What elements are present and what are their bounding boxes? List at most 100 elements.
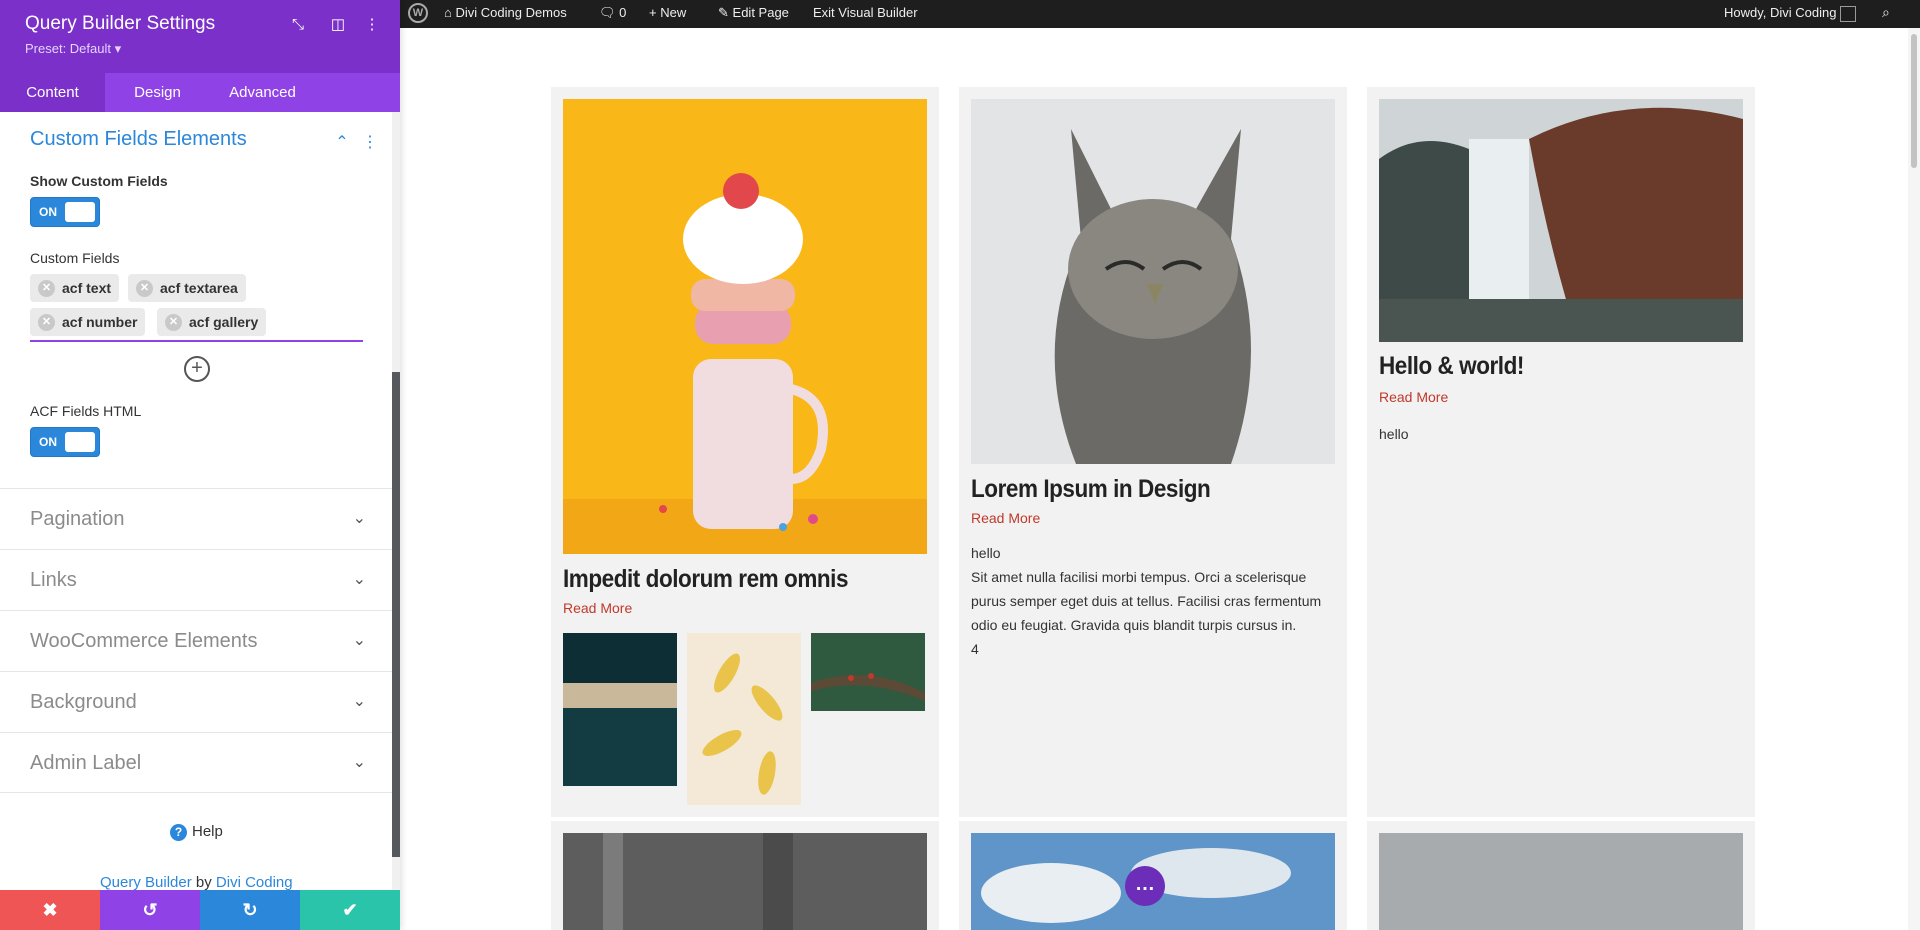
remove-chip-icon[interactable]: ✕: [136, 280, 153, 297]
layout-icon[interactable]: ◫: [328, 15, 348, 35]
post-image[interactable]: [1379, 99, 1743, 342]
post-card: Impedit dolorum rem omnis Read More: [551, 87, 939, 817]
credit-by: by: [195, 874, 212, 890]
panel-body: Custom Fields Elements ⌃ ⋮ Show Custom F…: [0, 112, 400, 890]
site-name: Divi Coding Demos: [455, 5, 567, 20]
read-more-link[interactable]: Read More: [563, 600, 632, 616]
edit-page-label: Edit Page: [732, 5, 789, 20]
toggle-knob: [65, 432, 95, 452]
chip-label: acf number: [62, 314, 138, 330]
tab-content[interactable]: Content: [0, 73, 105, 112]
new-link[interactable]: + New: [649, 0, 686, 25]
save-button[interactable]: ✔: [300, 890, 400, 930]
kebab-menu-icon[interactable]: ⋮: [362, 134, 378, 151]
custom-field-textarea: Sit amet nulla facilisi morbi tempus. Or…: [971, 569, 1322, 633]
read-more-link[interactable]: Read More: [971, 510, 1040, 526]
section-links[interactable]: Links ⌄: [0, 549, 392, 610]
field-chip: ✕ acf gallery: [157, 308, 267, 336]
post-title[interactable]: Lorem Ipsum in Design: [971, 475, 1211, 504]
more-options-button[interactable]: …: [1125, 866, 1165, 906]
panel-scroll-thumb[interactable]: [392, 372, 400, 857]
comment-count: 0: [619, 5, 627, 20]
section-admin-label[interactable]: Admin Label ⌄: [0, 732, 392, 793]
exit-visual-builder-link[interactable]: Exit Visual Builder: [813, 0, 918, 25]
post-image[interactable]: [1379, 833, 1743, 930]
field-chip: ✕ acf textarea: [128, 274, 246, 302]
post-image[interactable]: [971, 99, 1335, 464]
wordpress-logo-icon[interactable]: W: [408, 3, 428, 23]
chip-label: acf textarea: [160, 280, 238, 296]
edit-page-link[interactable]: ✎ Edit Page: [718, 0, 789, 25]
post-card: Hello & world! Read More hello: [1367, 87, 1755, 817]
remove-chip-icon[interactable]: ✕: [165, 314, 182, 331]
help-link[interactable]: ? Help: [170, 823, 223, 841]
preset-dropdown[interactable]: Preset: Default ▾: [25, 41, 121, 57]
custom-field-number: 4: [971, 641, 979, 657]
tab-advanced[interactable]: Advanced: [210, 73, 315, 112]
post-image[interactable]: [563, 833, 927, 930]
plus-icon: +: [649, 5, 657, 20]
redo-button[interactable]: ↻: [200, 890, 300, 930]
comment-icon: 🗨: [599, 5, 616, 20]
chevron-down-icon: ⌄: [352, 571, 366, 588]
chevron-down-icon: ⌄: [352, 632, 366, 649]
toggle-on-label: ON: [39, 205, 57, 219]
chevron-down-icon: ⌄: [352, 510, 366, 527]
section-pagination[interactable]: Pagination ⌄: [0, 488, 392, 549]
expand-icon[interactable]: ⤡: [288, 15, 308, 35]
post-image[interactable]: [563, 99, 927, 554]
page-scrollbar[interactable]: [1908, 28, 1920, 930]
section-background[interactable]: Background ⌄: [0, 671, 392, 732]
section-actions: ⌃ ⋮: [335, 132, 378, 152]
panel-tabs: Content Design Advanced: [0, 73, 400, 112]
wp-admin-bar: W ⌂ Divi Coding Demos 🗨 0 + New ✎ Edit P…: [400, 0, 1920, 28]
show-custom-fields-label: Show Custom Fields: [30, 173, 168, 189]
gallery-image[interactable]: [563, 633, 677, 786]
page-canvas: Impedit dolorum rem omnis Read More Lore…: [400, 28, 1908, 930]
kebab-menu-icon[interactable]: ⋮: [362, 15, 382, 35]
query-builder-link[interactable]: Query Builder: [100, 874, 192, 890]
divi-coding-link[interactable]: Divi Coding: [216, 874, 293, 890]
settings-panel: Query Builder Settings Preset: Default ▾…: [0, 0, 400, 930]
custom-fields-label: Custom Fields: [30, 250, 120, 266]
chip-label: acf text: [62, 280, 112, 296]
custom-field-text: hello: [971, 545, 1001, 561]
acf-fields-html-toggle[interactable]: ON: [30, 427, 100, 457]
custom-field-text: hello: [1379, 426, 1409, 442]
add-field-icon[interactable]: +: [184, 356, 210, 382]
site-link[interactable]: ⌂ Divi Coding Demos: [444, 0, 567, 25]
tab-design[interactable]: Design: [105, 73, 210, 112]
gallery-image[interactable]: [811, 633, 925, 711]
page-scroll-thumb[interactable]: [1911, 34, 1917, 168]
panel-scrollbar[interactable]: [392, 112, 400, 890]
gallery-image[interactable]: [687, 633, 801, 805]
section-title: Background: [30, 691, 137, 713]
read-more-link[interactable]: Read More: [1379, 389, 1448, 405]
comments-link[interactable]: 🗨 0: [599, 0, 626, 25]
panel-title: Query Builder Settings: [25, 13, 216, 34]
more-horizontal-icon: …: [1135, 873, 1155, 895]
panel-footer: ✖ ↺ ↻ ✔: [0, 890, 400, 930]
chevron-down-icon: ⌄: [352, 693, 366, 710]
avatar: [1840, 5, 1857, 22]
chips-input-underline[interactable]: [30, 340, 363, 342]
section-title: Admin Label: [30, 752, 142, 774]
cancel-button[interactable]: ✖: [0, 890, 100, 930]
help-label: Help: [192, 823, 223, 840]
account-menu[interactable]: Howdy, Divi Coding: [1724, 0, 1857, 25]
section-title: WooCommerce Elements: [30, 630, 258, 652]
search-icon[interactable]: ⌕: [1882, 0, 1890, 25]
remove-chip-icon[interactable]: ✕: [38, 314, 55, 331]
undo-button[interactable]: ↺: [100, 890, 200, 930]
section-header-custom-fields[interactable]: Custom Fields Elements ⌃ ⋮: [0, 112, 400, 157]
post-card: [1367, 821, 1755, 930]
post-card: Lorem Ipsum in Design Read More hello Si…: [959, 87, 1347, 817]
remove-chip-icon[interactable]: ✕: [38, 280, 55, 297]
field-chip: ✕ acf number: [30, 308, 146, 336]
show-custom-fields-toggle[interactable]: ON: [30, 197, 100, 227]
section-woocommerce[interactable]: WooCommerce Elements ⌄: [0, 610, 392, 671]
post-title[interactable]: Hello & world!: [1379, 352, 1524, 381]
post-title[interactable]: Impedit dolorum rem omnis: [563, 565, 848, 594]
chevron-up-icon[interactable]: ⌃: [335, 134, 348, 151]
new-label: New: [660, 5, 687, 20]
